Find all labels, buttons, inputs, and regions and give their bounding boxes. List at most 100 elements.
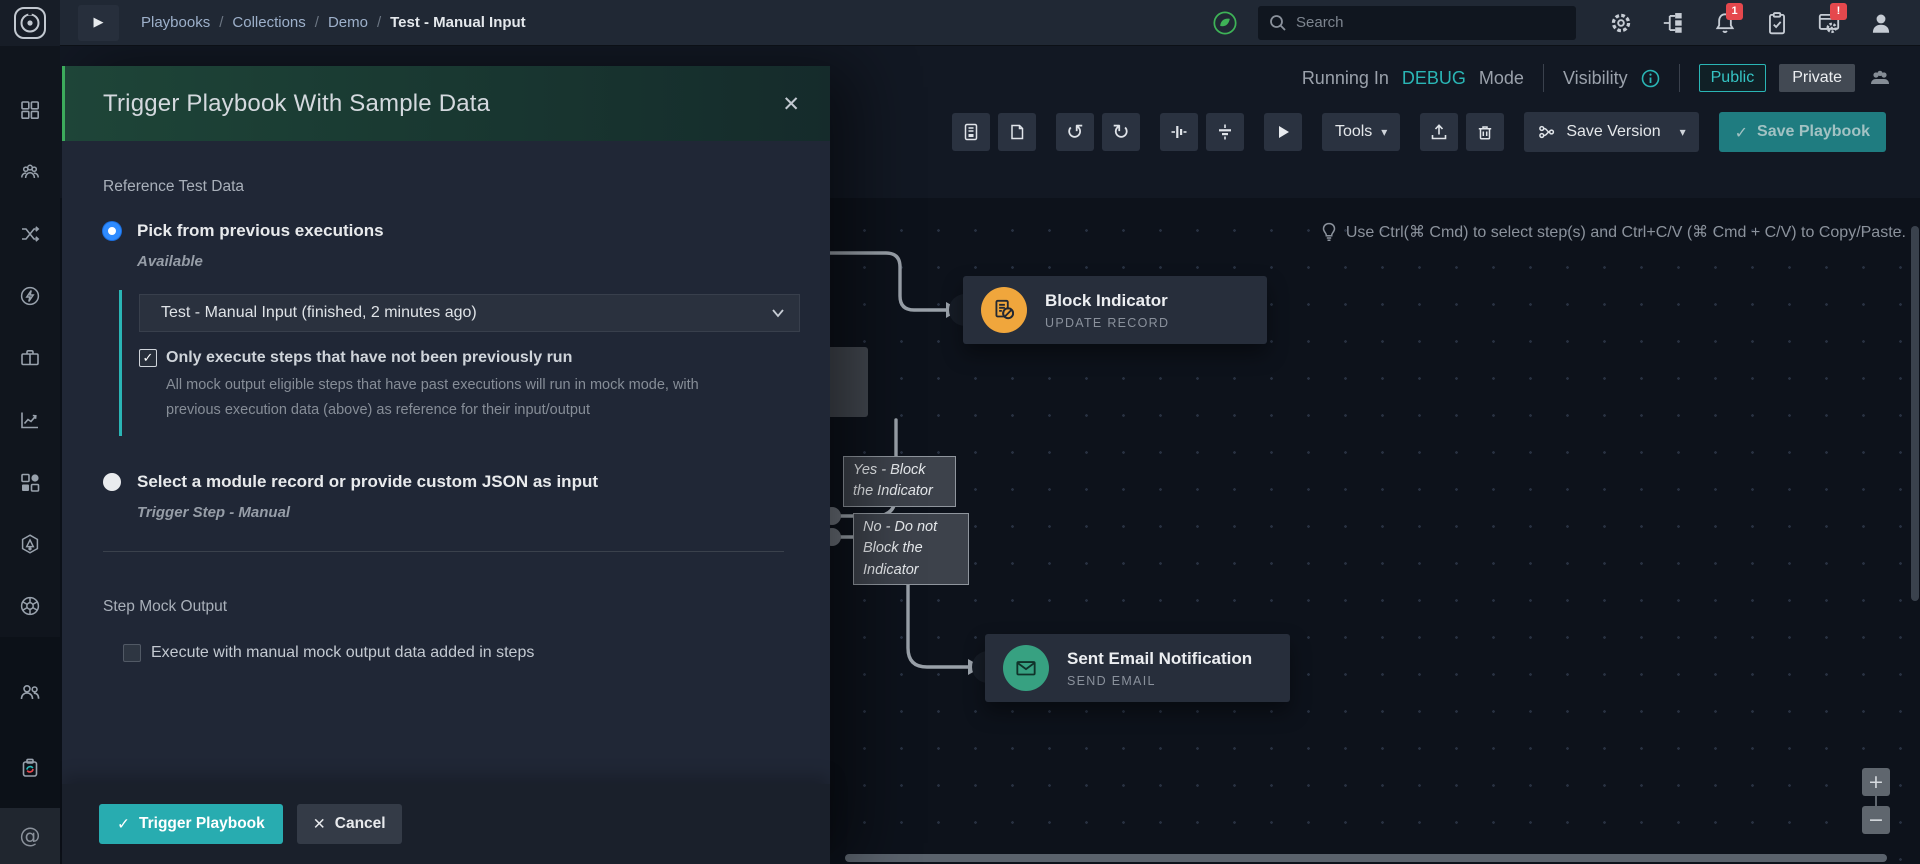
settings-gear-icon[interactable] — [1608, 10, 1634, 36]
crowd-icon — [21, 164, 39, 179]
breadcrumb-separator: / — [219, 14, 224, 31]
modal-title: Trigger Playbook With Sample Data — [103, 89, 491, 117]
execution-select-value: Test - Manual Input (finished, 2 minutes… — [161, 304, 477, 321]
section-divider — [103, 551, 784, 553]
radio-unselected-icon[interactable] — [103, 473, 121, 492]
checkbox-only-execute[interactable]: ✓ Only execute steps that have not been … — [139, 349, 784, 367]
chart-icon — [21, 412, 38, 429]
app-logo[interactable] — [0, 0, 60, 46]
notification-badge: 1 — [1726, 2, 1743, 20]
send-email-icon — [1003, 645, 1049, 691]
sidebar-item-playbooks[interactable] — [0, 203, 60, 265]
trigger-playbook-button[interactable]: ✓ Trigger Playbook — [99, 804, 283, 844]
checkbox-only-execute-label: Only execute steps that have not been pr… — [166, 349, 573, 366]
hexagon-connector-icon — [21, 534, 39, 554]
notifications-bell-icon[interactable]: 1 — [1712, 2, 1743, 36]
partially-hidden-step[interactable] — [830, 347, 868, 417]
top-bar: ▶ Playbooks / Collections / Demo / Test … — [0, 0, 1920, 46]
node-title: Sent Email Notification — [1067, 648, 1253, 668]
sidebar-item-mentions[interactable]: @ — [0, 808, 60, 864]
checkbox-help-text: All mock output eligible steps that have… — [166, 377, 699, 418]
sidebar-item-connectors[interactable] — [0, 513, 60, 575]
close-icon[interactable]: ✕ — [782, 92, 800, 116]
user-avatar-icon[interactable] — [1868, 10, 1894, 36]
widgets-icon — [21, 473, 40, 492]
step-node-block-indicator[interactable]: Block Indicator UPDATE RECORD — [963, 276, 1267, 344]
briefcase-icon — [21, 350, 39, 366]
sidebar-item-cases[interactable] — [0, 327, 60, 389]
logo-icon — [14, 6, 46, 39]
radio-module-record-label: Select a module record or provide custom… — [137, 472, 599, 492]
trigger-playbook-button-label: Trigger Playbook — [139, 815, 265, 832]
sidebar-item-automation[interactable] — [0, 265, 60, 327]
node-title: Block Indicator — [1045, 290, 1168, 310]
radio-module-record[interactable]: Select a module record or provide custom… — [103, 472, 784, 492]
play-icon: ▶ — [93, 15, 104, 30]
system-settings-icon[interactable]: ! — [1816, 2, 1847, 36]
left-sidebar: @ — [0, 46, 60, 864]
breadcrumb-separator: / — [314, 14, 319, 31]
step-mock-output-label: Step Mock Output — [103, 598, 228, 616]
wheel-icon — [20, 596, 40, 616]
lightning-circle-icon — [20, 286, 40, 306]
breadcrumb-separator: / — [376, 14, 382, 31]
checkbox-mock-output-label: Execute with manual mock output data add… — [151, 644, 535, 662]
zoom-controls: + − — [1862, 768, 1890, 834]
breadcrumb: Playbooks / Collections / Demo / Test - … — [141, 14, 526, 31]
cancel-button[interactable]: ✕ Cancel — [296, 804, 402, 844]
vertical-scrollbar[interactable] — [1911, 226, 1919, 601]
sidebar-item-reports[interactable] — [0, 389, 60, 451]
trigger-step-manual-label: Trigger Step - Manual — [137, 504, 291, 522]
system-alert-badge: ! — [1830, 2, 1847, 20]
checkbox-checked-icon[interactable]: ✓ — [139, 349, 157, 367]
trigger-playbook-modal: Trigger Playbook With Sample Data ✕ Refe… — [62, 66, 830, 864]
update-record-icon — [981, 287, 1027, 333]
zoom-out-button[interactable]: − — [1862, 806, 1890, 834]
system-health-icon[interactable] — [1212, 10, 1238, 36]
modal-footer: ✓ Trigger Playbook ✕ Cancel — [62, 784, 830, 864]
breadcrumb-current: Test - Manual Input — [390, 14, 526, 31]
sidebar-item-recycle-bin[interactable] — [0, 737, 60, 799]
collapse-panel-button[interactable]: ▶ — [78, 4, 119, 41]
hierarchy-icon[interactable] — [1660, 10, 1686, 36]
shuffle-icon — [22, 226, 40, 242]
zoom-in-button[interactable]: + — [1862, 768, 1890, 796]
edge-label-yes[interactable]: Yes - Block the Indicator — [843, 456, 956, 507]
reference-test-data-label: Reference Test Data — [103, 178, 245, 195]
sidebar-item-settings-wheel[interactable] — [0, 575, 60, 637]
plus-icon: + — [1868, 771, 1884, 793]
tasks-clipboard-icon[interactable] — [1764, 10, 1790, 36]
sidebar-item-widgets[interactable] — [0, 451, 60, 513]
node-subtitle: SEND EMAIL — [1067, 673, 1156, 688]
checkbox-mock-output[interactable]: Execute with manual mock output data add… — [123, 644, 784, 663]
step-node-sent-email[interactable]: Sent Email Notification SEND EMAIL — [985, 634, 1290, 702]
close-icon: ✕ — [312, 815, 326, 833]
modal-body: Reference Test Data Pick from previous e… — [62, 141, 830, 663]
sidebar-item-users[interactable] — [0, 661, 60, 723]
check-icon: ✓ — [117, 815, 130, 833]
breadcrumb-demo[interactable]: Demo — [328, 14, 368, 31]
search-input[interactable] — [1258, 5, 1576, 40]
edge-label-no[interactable]: No - Do not Block the Indicator — [853, 513, 969, 586]
breadcrumb-playbooks[interactable]: Playbooks — [141, 14, 210, 31]
checkbox-unchecked-icon[interactable] — [123, 644, 141, 663]
minus-icon: − — [1868, 809, 1884, 831]
global-search — [1258, 5, 1576, 40]
cancel-button-label: Cancel — [334, 815, 386, 832]
horizontal-scrollbar[interactable] — [845, 854, 1887, 862]
previous-execution-section: Test - Manual Input (finished, 2 minutes… — [119, 290, 800, 437]
recycle-bin-icon — [22, 758, 38, 777]
available-label: Available — [137, 253, 203, 270]
breadcrumb-collections[interactable]: Collections — [232, 14, 305, 31]
dashboard-icon — [21, 101, 39, 119]
sidebar-item-dashboard[interactable] — [0, 79, 60, 141]
radio-previous-executions-label: Pick from previous executions — [137, 221, 384, 240]
chevron-down-icon — [772, 309, 784, 318]
users-icon — [20, 685, 40, 700]
modal-header: Trigger Playbook With Sample Data ✕ — [62, 66, 830, 141]
radio-selected-icon[interactable] — [103, 222, 121, 240]
sidebar-item-incidents[interactable] — [0, 141, 60, 203]
radio-previous-executions[interactable]: Pick from previous executions — [103, 221, 784, 241]
execution-select[interactable]: Test - Manual Input (finished, 2 minutes… — [139, 294, 800, 332]
node-subtitle: UPDATE RECORD — [1045, 315, 1170, 330]
